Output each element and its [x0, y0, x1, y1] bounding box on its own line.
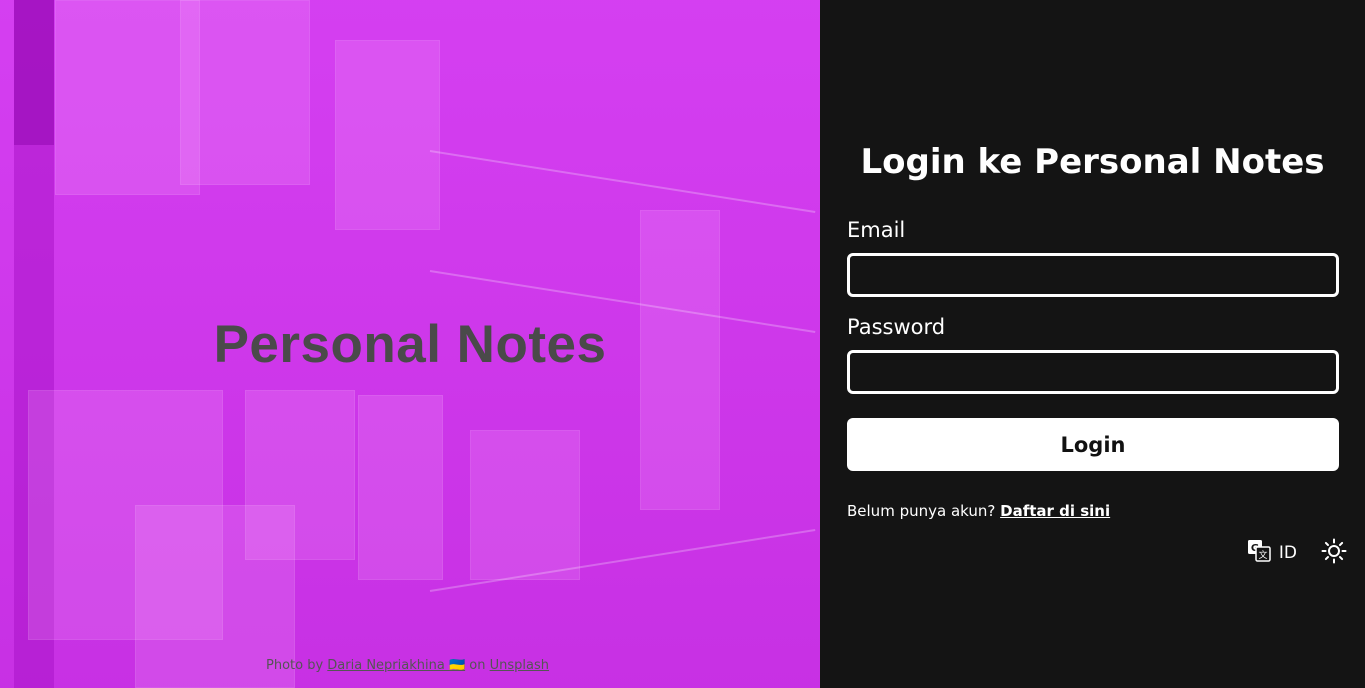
- email-field[interactable]: [847, 253, 1339, 297]
- hero-bg-sticky-note: [470, 430, 580, 580]
- translate-icon: G 文: [1247, 539, 1271, 567]
- theme-toggle-button[interactable]: [1321, 538, 1347, 568]
- svg-text:文: 文: [1258, 549, 1267, 561]
- register-link[interactable]: Daftar di sini: [1000, 502, 1110, 520]
- register-prompt: Belum punya akun? Daftar di sini: [847, 502, 1110, 520]
- hero-title: Personal Notes: [213, 315, 607, 374]
- header-controls: G 文 ID: [1247, 538, 1347, 568]
- hero-bg-sticky-note: [55, 0, 200, 195]
- hero-bg-strip-top: [14, 0, 54, 145]
- hero-panel: Personal Notes Photo by Daria Nepriakhin…: [0, 0, 820, 688]
- password-label: Password: [847, 315, 946, 339]
- hero-bg-sticky-note: [245, 390, 355, 560]
- register-prompt-text: Belum punya akun?: [847, 502, 996, 520]
- page-title: Login ke Personal Notes: [860, 142, 1325, 182]
- photo-credit-middle: on: [469, 658, 486, 673]
- login-button[interactable]: Login: [847, 418, 1339, 471]
- login-panel: Login ke Personal Notes Email Password L…: [820, 0, 1365, 688]
- email-label: Email: [847, 218, 906, 242]
- password-field[interactable]: [847, 350, 1339, 394]
- sun-icon: [1321, 538, 1347, 568]
- photo-author-link[interactable]: Daria Nepriakhina 🇺🇦: [327, 658, 465, 673]
- photo-credit: Photo by Daria Nepriakhina 🇺🇦 on Unsplas…: [0, 658, 815, 673]
- hero-bg-sticky-note: [335, 40, 440, 230]
- language-code: ID: [1278, 543, 1297, 563]
- unsplash-link[interactable]: Unsplash: [490, 658, 549, 673]
- hero-bg-sticky-note: [358, 395, 443, 580]
- language-toggle-button[interactable]: G 文 ID: [1247, 539, 1297, 567]
- hero-bg-sticky-note: [180, 0, 310, 185]
- photo-credit-prefix: Photo by: [265, 658, 324, 673]
